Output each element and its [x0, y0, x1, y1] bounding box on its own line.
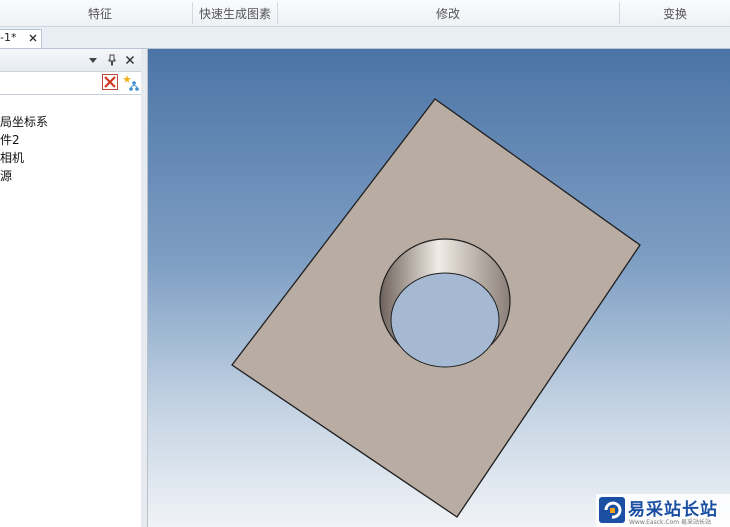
tree-item-part-2[interactable]: 件2: [0, 131, 141, 149]
panel-splitter[interactable]: [141, 49, 148, 527]
watermark: 易采站长站 Www.Easck.Com 易采站长站: [596, 494, 730, 527]
panel-toolbar: [0, 72, 141, 95]
scene-tree: 局坐标系 件2 相机 源: [0, 113, 141, 185]
3d-viewport[interactable]: [148, 49, 730, 527]
site-logo-icon: [599, 497, 625, 523]
tree-item-camera[interactable]: 相机: [0, 149, 141, 167]
document-tab[interactable]: -1*: [0, 29, 42, 48]
ribbon-group-quick-shapes[interactable]: 快速生成图素: [193, 0, 277, 26]
ribbon-group-bar: 特征 快速生成图素 修改 变换: [0, 0, 730, 27]
tree-panel: 局坐标系 件2 相机 源: [0, 49, 142, 527]
3d-model-render: [231, 98, 641, 518]
document-tab-bar: -1*: [0, 27, 730, 49]
watermark-subtitle: Www.Easck.Com 易采站长站: [629, 519, 711, 526]
ribbon-group-modify[interactable]: 修改: [278, 0, 618, 26]
document-tab-label: -1*: [0, 31, 17, 44]
close-icon[interactable]: [27, 32, 39, 44]
tree-item-global-coordinate-system[interactable]: 局坐标系: [0, 113, 141, 131]
close-icon[interactable]: [124, 54, 136, 66]
panel-header: [0, 49, 141, 72]
delete-button[interactable]: [102, 74, 118, 90]
hole-opening: [390, 272, 500, 368]
pin-icon[interactable]: [106, 54, 118, 66]
dropdown-icon[interactable]: [87, 54, 99, 66]
ribbon-group-transform[interactable]: 变换: [620, 0, 730, 26]
ribbon-group-features[interactable]: 特征: [40, 0, 160, 26]
star-icon[interactable]: [122, 74, 140, 92]
delete-icon: [104, 76, 116, 88]
tree-item-light-source[interactable]: 源: [0, 167, 141, 185]
